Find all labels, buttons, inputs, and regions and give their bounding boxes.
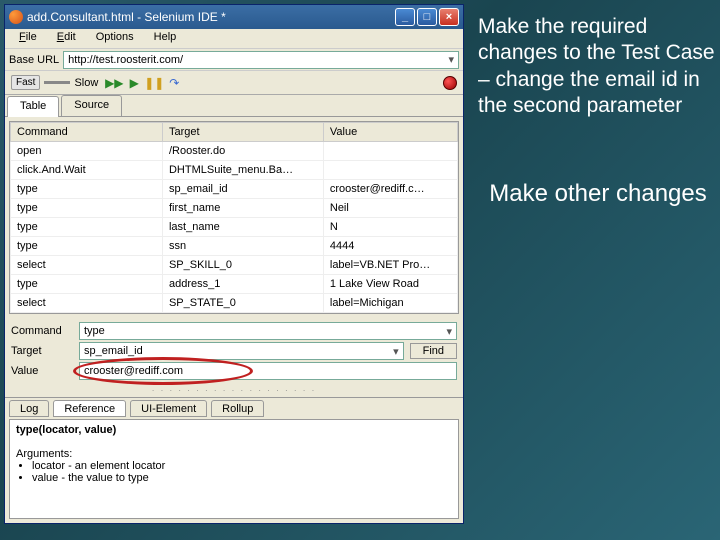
pause-icon[interactable]: ❚❚	[146, 75, 162, 91]
toolbar: Fast Slow ▶▶ ▶ ❚❚ ↷	[5, 71, 463, 95]
tab-uielement[interactable]: UI-Element	[130, 400, 207, 417]
table-row[interactable]: selectSP_STATE_0label=Michigan	[11, 294, 458, 313]
target-label: Target	[11, 345, 73, 357]
commands-grid[interactable]: Command Target Value open/Rooster.doclic…	[9, 121, 459, 314]
edit-fields: Command type▾ Target sp_email_id▾ Find V…	[5, 318, 463, 384]
reference-signature: type(locator, value)	[16, 424, 452, 436]
step-icon[interactable]: ↷	[166, 75, 182, 91]
annotations: Make the required changes to the Test Ca…	[478, 14, 718, 540]
speed-control[interactable]: Fast Slow	[11, 75, 98, 90]
annotation-1: Make the required changes to the Test Ca…	[478, 14, 718, 119]
tab-table[interactable]: Table	[7, 96, 59, 117]
menu-edit[interactable]: Edit	[47, 29, 86, 48]
col-value[interactable]: Value	[323, 123, 457, 142]
menu-options[interactable]: Options	[86, 29, 144, 48]
table-row[interactable]: selectSP_SKILL_0label=VB.NET Pro…	[11, 256, 458, 275]
table-row[interactable]: typelast_nameN	[11, 218, 458, 237]
titlebar: add.Consultant.html - Selenium IDE * _ □…	[5, 5, 463, 29]
find-button[interactable]: Find	[410, 343, 457, 359]
reference-panel: type(locator, value) Arguments: locator …	[9, 419, 459, 519]
chevron-down-icon[interactable]: ▾	[448, 53, 454, 66]
target-input[interactable]: sp_email_id▾	[79, 342, 404, 360]
close-button[interactable]: ×	[439, 8, 459, 26]
baseurl-text: http://test.roosterit.com/	[68, 54, 183, 66]
minimize-button[interactable]: _	[395, 8, 415, 26]
command-label: Command	[11, 325, 73, 337]
annotation-2: Make other changes	[478, 179, 718, 209]
speed-fast[interactable]: Fast	[11, 75, 40, 90]
value-input[interactable]: crooster@rediff.com	[79, 362, 457, 380]
chevron-down-icon[interactable]: ▾	[446, 325, 452, 338]
tab-rollup[interactable]: Rollup	[211, 400, 264, 417]
menu-file[interactable]: File	[9, 29, 47, 48]
record-button[interactable]	[443, 76, 457, 90]
firefox-icon	[9, 10, 23, 24]
baseurl-row: Base URL http://test.roosterit.com/ ▾	[5, 49, 463, 71]
toolbar-icons: ▶▶ ▶ ❚❚ ↷	[106, 75, 182, 91]
maximize-button[interactable]: □	[417, 8, 437, 26]
editor-tabs: Table Source	[5, 95, 463, 117]
table-row[interactable]: open/Rooster.do	[11, 142, 458, 161]
reference-arg: value - the value to type	[32, 472, 452, 484]
col-target[interactable]: Target	[162, 123, 323, 142]
window-title: add.Consultant.html - Selenium IDE *	[27, 10, 393, 24]
tab-source[interactable]: Source	[61, 95, 122, 116]
speed-slow: Slow	[74, 77, 98, 89]
splitter[interactable]: · · · · · · · · · · · · · · · · · · ·	[5, 384, 463, 397]
table-row[interactable]: typefirst_nameNeil	[11, 199, 458, 218]
baseurl-label: Base URL	[9, 54, 59, 66]
menubar: File Edit Options Help	[5, 29, 463, 49]
tab-reference[interactable]: Reference	[53, 400, 126, 417]
selenium-ide-window: add.Consultant.html - Selenium IDE * _ □…	[4, 4, 464, 524]
play-all-icon[interactable]: ▶▶	[106, 75, 122, 91]
table-row[interactable]: typeaddress_11 Lake View Road	[11, 275, 458, 294]
reference-args-label: Arguments:	[16, 448, 452, 460]
command-input[interactable]: type▾	[79, 322, 457, 340]
table-row[interactable]: click.And.WaitDHTMLSuite_menu.Ba…	[11, 161, 458, 180]
tab-log[interactable]: Log	[9, 400, 49, 417]
value-label: Value	[11, 365, 73, 377]
col-command[interactable]: Command	[11, 123, 163, 142]
menu-help[interactable]: Help	[144, 29, 187, 48]
table-row[interactable]: typesp_email_idcrooster@rediff.c…	[11, 180, 458, 199]
speed-slider[interactable]	[44, 81, 70, 84]
chevron-down-icon[interactable]: ▾	[393, 345, 399, 358]
bottom-tabs: Log Reference UI-Element Rollup	[5, 397, 463, 419]
table-row[interactable]: typessn4444	[11, 237, 458, 256]
reference-arg: locator - an element locator	[32, 460, 452, 472]
play-icon[interactable]: ▶	[126, 75, 142, 91]
baseurl-input[interactable]: http://test.roosterit.com/ ▾	[63, 51, 459, 69]
